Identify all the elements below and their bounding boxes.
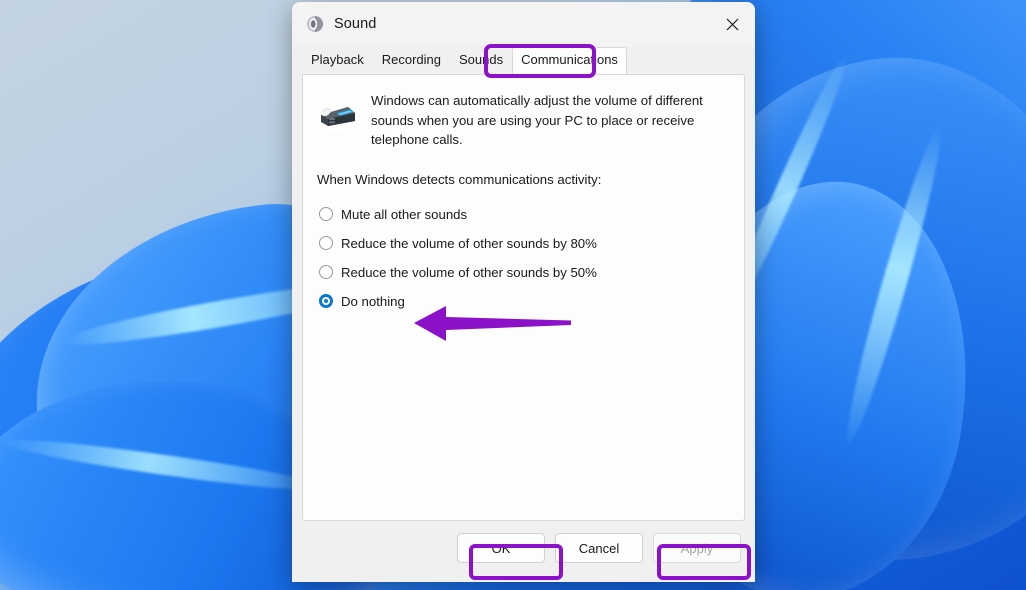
window-title: Sound <box>334 16 377 32</box>
cancel-button-label: Cancel <box>578 540 620 556</box>
tab-playback[interactable]: Playback <box>302 48 373 74</box>
tab-playback-label: Playback <box>311 52 364 67</box>
title-bar[interactable]: Sound <box>292 2 755 46</box>
tab-sounds-label: Sounds <box>459 52 504 67</box>
tab-sounds[interactable]: Sounds <box>450 48 512 74</box>
apply-button[interactable]: Apply <box>653 533 741 563</box>
cancel-button[interactable]: Cancel <box>555 533 643 563</box>
sound-dialog: Sound Playback Recording Sounds Communic… <box>292 2 755 582</box>
option-label: Mute all other sounds <box>341 206 468 222</box>
tab-strip: Playback Recording Sounds Communications <box>292 46 755 74</box>
option-label: Reduce the volume of other sounds by 50% <box>341 264 597 280</box>
speaker-icon <box>306 15 324 33</box>
prompt-text: When Windows detects communications acti… <box>317 171 602 187</box>
option-do-nothing[interactable]: Do nothing <box>319 294 744 309</box>
dialog-footer: OK Cancel Apply <box>292 521 755 582</box>
tab-communications-label: Communications <box>521 52 618 67</box>
option-reduce-80[interactable]: Reduce the volume of other sounds by 80% <box>319 236 744 251</box>
radio-icon[interactable] <box>319 236 333 250</box>
communications-panel: Windows can automatically adjust the vol… <box>302 74 745 521</box>
radio-icon[interactable] <box>319 265 333 279</box>
ok-button[interactable]: OK <box>457 533 545 563</box>
radio-icon[interactable] <box>319 207 333 221</box>
telephone-icon <box>315 93 357 133</box>
description-text: Windows can automatically adjust the vol… <box>371 93 703 147</box>
option-label: Do nothing <box>341 293 405 309</box>
apply-button-label: Apply <box>680 540 714 556</box>
tab-communications[interactable]: Communications <box>512 47 627 74</box>
option-reduce-50[interactable]: Reduce the volume of other sounds by 50% <box>319 265 744 280</box>
tab-recording-label: Recording <box>381 52 442 67</box>
radio-icon-selected[interactable] <box>319 294 333 308</box>
tab-recording[interactable]: Recording <box>373 48 450 74</box>
communications-options: Mute all other sounds Reduce the volume … <box>303 187 744 309</box>
description-row: Windows can automatically adjust the vol… <box>303 75 744 150</box>
option-mute-all[interactable]: Mute all other sounds <box>319 207 744 222</box>
option-label: Reduce the volume of other sounds by 80% <box>341 235 597 251</box>
close-icon[interactable] <box>709 2 755 46</box>
ok-button-label: OK <box>491 540 511 556</box>
